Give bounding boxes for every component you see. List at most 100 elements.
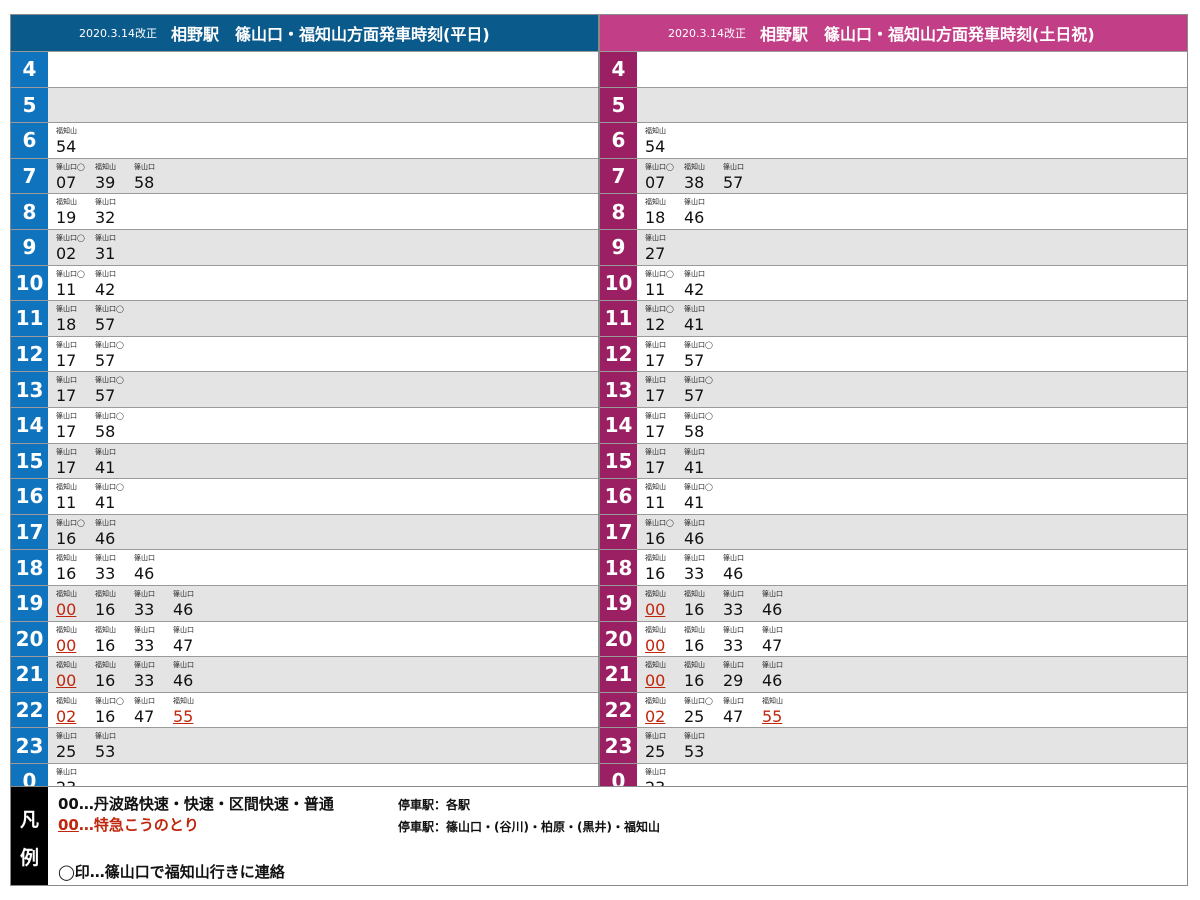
departure: 篠山口◯ 41 — [683, 479, 722, 513]
destination-label: 篠山口 — [134, 696, 155, 705]
timetable-row: 7 篠山口◯ 07 福知山 38 篠山口 57 — [600, 157, 1187, 194]
destination-label: 篠山口 — [684, 554, 705, 563]
destination-label: 篠山口◯ — [95, 376, 124, 385]
departure: 福知山 00 — [644, 657, 683, 691]
destination-label: 福知山 — [645, 483, 666, 492]
destination-label: 福知山 — [762, 696, 783, 705]
hour-label: 6 — [11, 123, 48, 158]
hour-label: 4 — [11, 52, 48, 87]
destination-label: 篠山口◯ — [95, 483, 124, 492]
timetable-row: 13 篠山口 17 篠山口◯ 57 — [11, 371, 598, 407]
weekday-timetable: 2020.3.14改正 相野駅 篠山口・福知山方面発車時刻(平日) 4 5 6 福知山… — [10, 14, 599, 800]
departure: 福知山 16 — [94, 586, 133, 620]
departure: 篠山口 17 — [55, 337, 94, 371]
departures: 福知山 00 福知山 16 篠山口 33 篠山口 46 — [48, 657, 211, 692]
departure: 篠山口◯ 58 — [683, 408, 722, 442]
destination-label: 篠山口 — [645, 767, 666, 776]
weekday-header: 2020.3.14改正 相野駅 篠山口・福知山方面発車時刻(平日) — [11, 15, 598, 51]
departure: 篠山口◯ 57 — [94, 337, 133, 371]
timetable-row: 12 篠山口 17 篠山口◯ 57 — [600, 335, 1187, 372]
departure: 篠山口 17 — [644, 408, 683, 442]
departure-minute: 57 — [95, 315, 116, 335]
departure-minute: 16 — [56, 528, 77, 548]
destination-label: 福知山 — [56, 661, 77, 670]
destination-label: 篠山口 — [645, 340, 666, 349]
hour-label: 16 — [600, 479, 637, 514]
departures: 福知山 11 篠山口◯ 41 — [637, 479, 722, 514]
destination-label: 篠山口 — [645, 233, 666, 242]
legend-normal-text: …丹波路快速・快速・区間快速・普通 — [78, 795, 334, 813]
departure-minute: 17 — [56, 350, 77, 370]
hour-label: 13 — [11, 372, 48, 407]
departure: 篠山口 31 — [94, 230, 133, 264]
timetable-row: 8 福知山 19 篠山口 32 — [11, 193, 598, 229]
hour-label: 12 — [11, 336, 48, 372]
departure: 福知山 16 — [644, 550, 683, 584]
legend-express-text: …特急こうのとり — [78, 816, 199, 834]
destination-label: 篠山口 — [95, 447, 116, 456]
departure: 篠山口 33 — [722, 586, 761, 620]
departure-minute: 11 — [56, 279, 77, 299]
destination-label: 篠山口 — [56, 732, 77, 741]
departure-minute: 16 — [684, 671, 705, 691]
timetable-row: 23 篠山口 25 篠山口 53 — [600, 727, 1187, 763]
departure: 篠山口◯ 57 — [683, 337, 722, 371]
destination-label: 篠山口 — [95, 554, 116, 563]
destination-label: 福知山 — [684, 661, 705, 670]
timetable-row: 18 福知山 16 篠山口 33 篠山口 46 — [11, 549, 598, 585]
hour-label: 18 — [11, 550, 48, 585]
departures: 福知山 18 篠山口 46 — [637, 194, 722, 229]
departure-minute: 18 — [645, 208, 666, 228]
destination-label: 篠山口 — [173, 589, 194, 598]
hour-label: 18 — [600, 550, 637, 585]
departure: 福知山 16 — [683, 657, 722, 691]
departure: 篠山口 33 — [94, 550, 133, 584]
destination-label: 篠山口◯ — [684, 696, 713, 705]
hour-label: 23 — [11, 728, 48, 763]
departures: 篠山口◯ 11 篠山口 42 — [48, 266, 133, 301]
departure: 篠山口 18 — [55, 301, 94, 335]
departure: 篠山口◯ 11 — [644, 266, 683, 300]
departure: 篠山口 42 — [94, 266, 133, 300]
destination-label: 篠山口 — [762, 661, 783, 670]
departure-minute: 16 — [95, 635, 116, 655]
legend-express-code: 00 — [58, 816, 79, 834]
hour-label: 15 — [600, 443, 637, 479]
departure: 福知山 00 — [644, 622, 683, 656]
departure-minute: 18 — [56, 315, 77, 335]
legend-normal-stops: 停車駅：各駅 — [398, 798, 471, 812]
departures: 福知山 11 篠山口◯ 41 — [48, 479, 133, 514]
timetable-row: 20 福知山 00 福知山 16 篠山口 33 篠山口 47 — [11, 620, 598, 657]
hour-label: 15 — [11, 443, 48, 479]
destination-label: 篠山口 — [684, 447, 705, 456]
departure: 福知山 00 — [55, 622, 94, 656]
departure: 篠山口 33 — [133, 586, 172, 620]
departure-minute: 33 — [134, 671, 155, 691]
destination-label: 篠山口◯ — [95, 411, 124, 420]
timetable-row: 21 福知山 00 福知山 16 篠山口 33 篠山口 46 — [11, 656, 598, 692]
holiday-rows: 4 5 6 福知山 54 7 篠山口◯ 07 福知山 38 篠山口 57 8 福知山 18 篠山口 46 9 篠山口… — [600, 51, 1187, 799]
departure: 篠山口 47 — [722, 693, 761, 727]
destination-label: 篠山口◯ — [95, 305, 124, 314]
departure-minute: 54 — [645, 137, 666, 157]
destination-label: 篠山口◯ — [645, 518, 674, 527]
legend: 凡 例 00…丹波路快速・快速・区間快速・普通 停車駅：各駅 00…特急こうのと… — [10, 786, 1188, 886]
departure-minute: 17 — [645, 421, 666, 441]
departure: 篠山口 33 — [683, 550, 722, 584]
departure-minute: 16 — [684, 599, 705, 619]
departure-minute: 17 — [645, 350, 666, 370]
departures: 篠山口◯ 07 福知山 39 篠山口 58 — [48, 159, 172, 194]
destination-label: 福知山 — [56, 625, 77, 634]
departure-minute: 46 — [173, 671, 194, 691]
timetable-row: 7 篠山口◯ 07 福知山 39 篠山口 58 — [11, 157, 598, 194]
hour-label: 16 — [11, 479, 48, 514]
timetable-row: 20 福知山 00 福知山 16 篠山口 33 篠山口 47 — [600, 620, 1187, 657]
hour-label: 7 — [11, 158, 48, 194]
legend-normal: 00…丹波路快速・快速・区間快速・普通 — [58, 793, 334, 814]
departure-minute: 47 — [723, 706, 744, 726]
timetable-row: 17 篠山口◯ 16 篠山口 46 — [11, 513, 598, 550]
hour-label: 12 — [600, 336, 637, 372]
destination-label: 福知山 — [645, 696, 666, 705]
destination-label: 篠山口 — [723, 589, 744, 598]
hour-label: 19 — [600, 585, 637, 621]
